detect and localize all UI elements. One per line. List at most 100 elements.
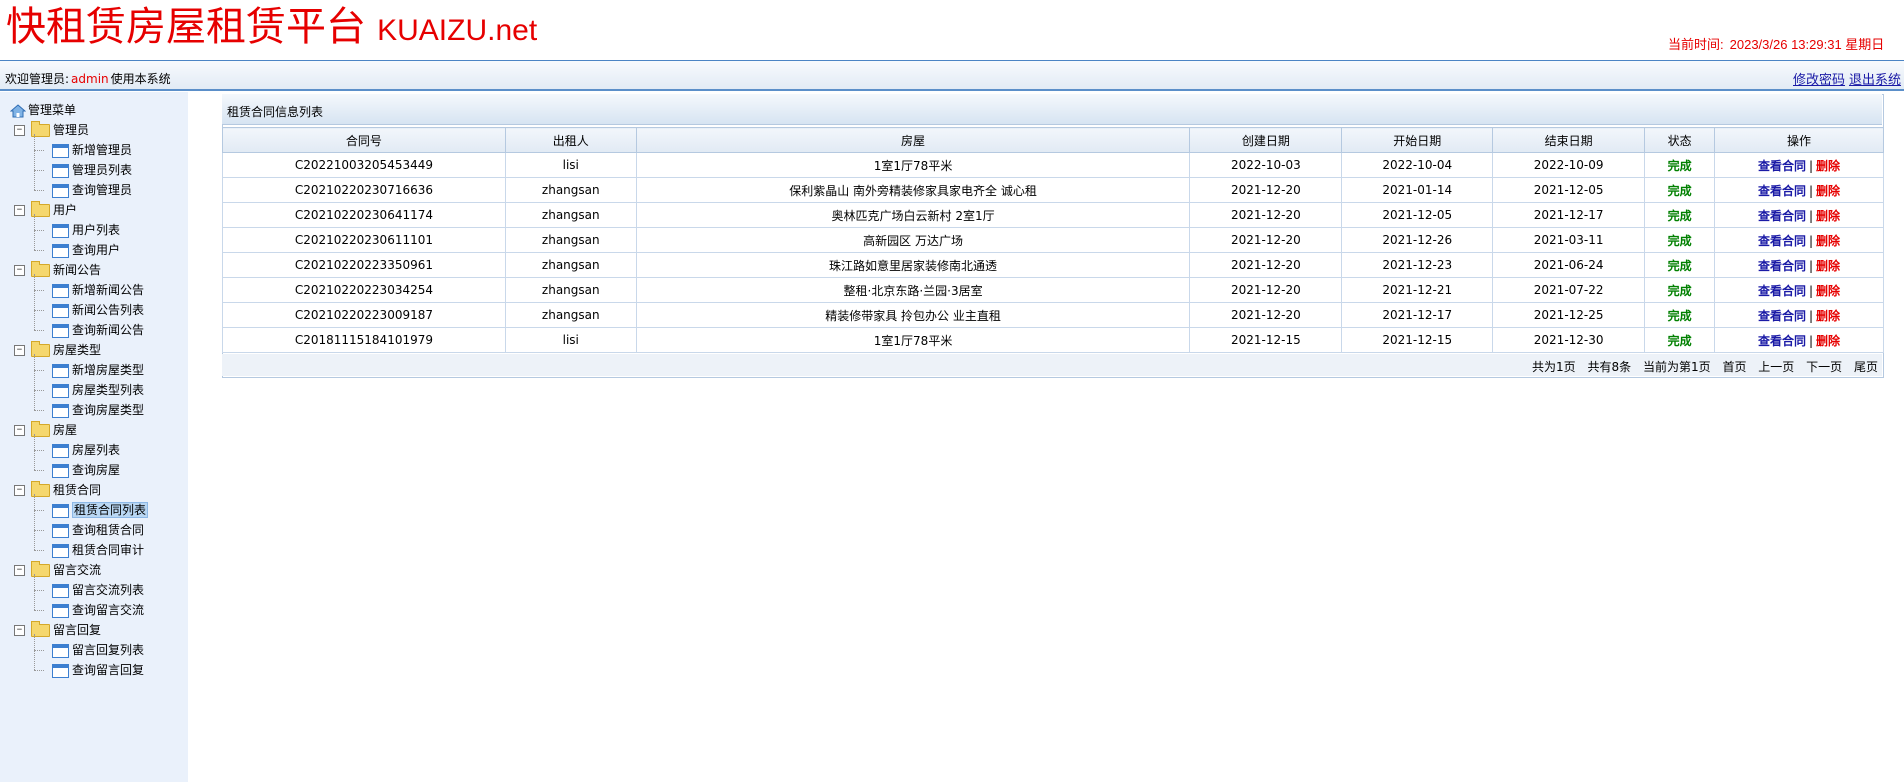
page-icon bbox=[52, 223, 69, 238]
menu-item[interactable]: 留言交流列表 bbox=[10, 580, 148, 600]
menu-group-header[interactable]: − 租赁合同 bbox=[10, 480, 148, 500]
view-contract-link[interactable]: 查看合同 bbox=[1758, 309, 1806, 323]
view-contract-link[interactable]: 查看合同 bbox=[1758, 284, 1806, 298]
tree-connector bbox=[34, 250, 44, 251]
menu-group: − 留言回复 留言回复列表 查询留言回复 bbox=[10, 620, 148, 680]
collapse-toggle-icon[interactable]: − bbox=[14, 345, 25, 356]
tree-connector bbox=[34, 230, 44, 231]
cell-start-date: 2021-12-23 bbox=[1341, 252, 1494, 278]
delete-link[interactable]: 删除 bbox=[1816, 209, 1840, 223]
delete-link[interactable]: 删除 bbox=[1816, 259, 1840, 273]
collapse-toggle-icon[interactable]: − bbox=[14, 625, 25, 636]
menu-item[interactable]: 留言回复列表 bbox=[10, 640, 148, 660]
menu-item[interactable]: 查询用户 bbox=[10, 240, 148, 260]
menu-item[interactable]: 新增管理员 bbox=[10, 140, 148, 160]
collapse-toggle-icon[interactable]: − bbox=[14, 205, 25, 216]
change-password-link[interactable]: 修改密码 bbox=[1793, 73, 1845, 88]
cell-contract-no: C20210220230641174 bbox=[222, 202, 506, 228]
menu-group-header[interactable]: − 用户 bbox=[10, 200, 148, 220]
cell-start-date: 2021-12-15 bbox=[1341, 327, 1494, 353]
tree-connector bbox=[34, 290, 44, 291]
menu-item[interactable]: 查询房屋 bbox=[10, 460, 148, 480]
menu-group-header[interactable]: − 留言回复 bbox=[10, 620, 148, 640]
tree-connector bbox=[34, 274, 35, 330]
menu-item[interactable]: 查询管理员 bbox=[10, 180, 148, 200]
delete-link[interactable]: 删除 bbox=[1816, 334, 1840, 348]
cell-contract-no: C20210220230611101 bbox=[222, 227, 506, 253]
menu-item-label: 租赁合同审计 bbox=[72, 543, 145, 557]
menu-group-header[interactable]: − 留言交流 bbox=[10, 560, 148, 580]
header: 快租赁房屋租赁平台 KUAIZU.net 当前时间: 2023/3/26 13:2… bbox=[0, 0, 1904, 61]
delete-link[interactable]: 删除 bbox=[1816, 184, 1840, 198]
welcome-message: 欢迎管理员: admin 使用本系统 bbox=[5, 70, 171, 87]
collapse-toggle-icon[interactable]: − bbox=[14, 125, 25, 136]
menu-group-header[interactable]: − 房屋类型 bbox=[10, 340, 148, 360]
cell-landlord: zhangsan bbox=[504, 252, 637, 278]
column-header: 出租人 bbox=[504, 127, 637, 153]
menu-item[interactable]: 租赁合同列表 bbox=[10, 500, 149, 520]
menu-group-header[interactable]: − 房屋 bbox=[10, 420, 148, 440]
menu-item[interactable]: 查询租赁合同 bbox=[10, 520, 148, 540]
delete-link[interactable]: 删除 bbox=[1816, 234, 1840, 248]
logout-link[interactable]: 退出系统 bbox=[1849, 73, 1901, 88]
menu-group: − 新闻公告 新增新闻公告 新闻公告列表 查询新闻公告 bbox=[10, 260, 148, 340]
tree-connector bbox=[34, 134, 35, 190]
view-contract-link[interactable]: 查看合同 bbox=[1758, 184, 1806, 198]
action-separator: | bbox=[1809, 283, 1814, 298]
menu-item-label: 留言交流列表 bbox=[72, 583, 145, 597]
collapse-toggle-icon[interactable]: − bbox=[14, 565, 25, 576]
collapse-toggle-icon[interactable]: − bbox=[14, 425, 25, 436]
view-contract-link[interactable]: 查看合同 bbox=[1758, 334, 1806, 348]
delete-link[interactable]: 删除 bbox=[1816, 159, 1840, 173]
menu-item[interactable]: 查询留言回复 bbox=[10, 660, 148, 680]
table-row: C20210220223034254 zhangsan 整租·北京东路·兰园·3居室… bbox=[222, 277, 1884, 303]
menu-item[interactable]: 房屋类型列表 bbox=[10, 380, 148, 400]
tree-connector bbox=[34, 634, 35, 670]
page-icon bbox=[52, 603, 69, 618]
menu-item[interactable]: 查询房屋类型 bbox=[10, 400, 148, 420]
table-row: C20210220223009187 zhangsan 精装修带家具 拎包办公 业主… bbox=[222, 302, 1884, 328]
tree-connector bbox=[34, 330, 44, 331]
menu-item-label: 管理员列表 bbox=[72, 163, 133, 177]
table-row: C20181115184101979 lisi 1室1厅78平米 2021-12-15… bbox=[222, 327, 1884, 353]
tree-connector bbox=[34, 574, 35, 610]
menu-group-header[interactable]: − 新闻公告 bbox=[10, 260, 148, 280]
pager-total-pages: 共为1页 bbox=[1532, 360, 1576, 374]
current-time-label: 当前时间: bbox=[1668, 37, 1724, 52]
pager-next[interactable]: 下一页 bbox=[1806, 360, 1842, 374]
delete-link[interactable]: 删除 bbox=[1816, 309, 1840, 323]
delete-link[interactable]: 删除 bbox=[1816, 284, 1840, 298]
menu-item[interactable]: 房屋列表 bbox=[10, 440, 148, 460]
tree-connector bbox=[34, 190, 44, 191]
menu-root[interactable]: 管理菜单 bbox=[10, 100, 148, 120]
pager-last[interactable]: 尾页 bbox=[1854, 360, 1878, 374]
menu-group: − 房屋类型 新增房屋类型 房屋类型列表 查询房屋类型 bbox=[10, 340, 148, 420]
cell-end-date: 2021-12-05 bbox=[1492, 177, 1646, 203]
page-icon bbox=[52, 323, 69, 338]
view-contract-link[interactable]: 查看合同 bbox=[1758, 259, 1806, 273]
view-contract-link[interactable]: 查看合同 bbox=[1758, 234, 1806, 248]
menu-item-label: 查询房屋 bbox=[72, 463, 121, 477]
view-contract-link[interactable]: 查看合同 bbox=[1758, 159, 1806, 173]
pager-prev[interactable]: 上一页 bbox=[1758, 360, 1794, 374]
menu-item[interactable]: 查询留言交流 bbox=[10, 600, 148, 620]
collapse-toggle-icon[interactable]: − bbox=[14, 265, 25, 276]
menu-item[interactable]: 新闻公告列表 bbox=[10, 300, 148, 320]
cell-end-date: 2021-03-11 bbox=[1492, 227, 1646, 253]
collapse-toggle-icon[interactable]: − bbox=[14, 485, 25, 496]
view-contract-link[interactable]: 查看合同 bbox=[1758, 209, 1806, 223]
menu-group-header[interactable]: − 管理员 bbox=[10, 120, 148, 140]
menu-group: − 用户 用户列表 查询用户 bbox=[10, 200, 148, 260]
menu-item[interactable]: 管理员列表 bbox=[10, 160, 148, 180]
menu-item[interactable]: 租赁合同审计 bbox=[10, 540, 148, 560]
menu-item[interactable]: 新增新闻公告 bbox=[10, 280, 148, 300]
menu-item[interactable]: 查询新闻公告 bbox=[10, 320, 148, 340]
pager-first[interactable]: 首页 bbox=[1722, 360, 1746, 374]
menu-item[interactable]: 新增房屋类型 bbox=[10, 360, 148, 380]
cell-created-date: 2021-12-15 bbox=[1189, 327, 1343, 353]
tree-connector bbox=[34, 450, 44, 451]
menu-item-label: 查询管理员 bbox=[72, 183, 133, 197]
page-icon bbox=[52, 443, 69, 458]
menu-item[interactable]: 用户列表 bbox=[10, 220, 148, 240]
cell-actions: 查看合同 | 删除 bbox=[1714, 277, 1884, 303]
